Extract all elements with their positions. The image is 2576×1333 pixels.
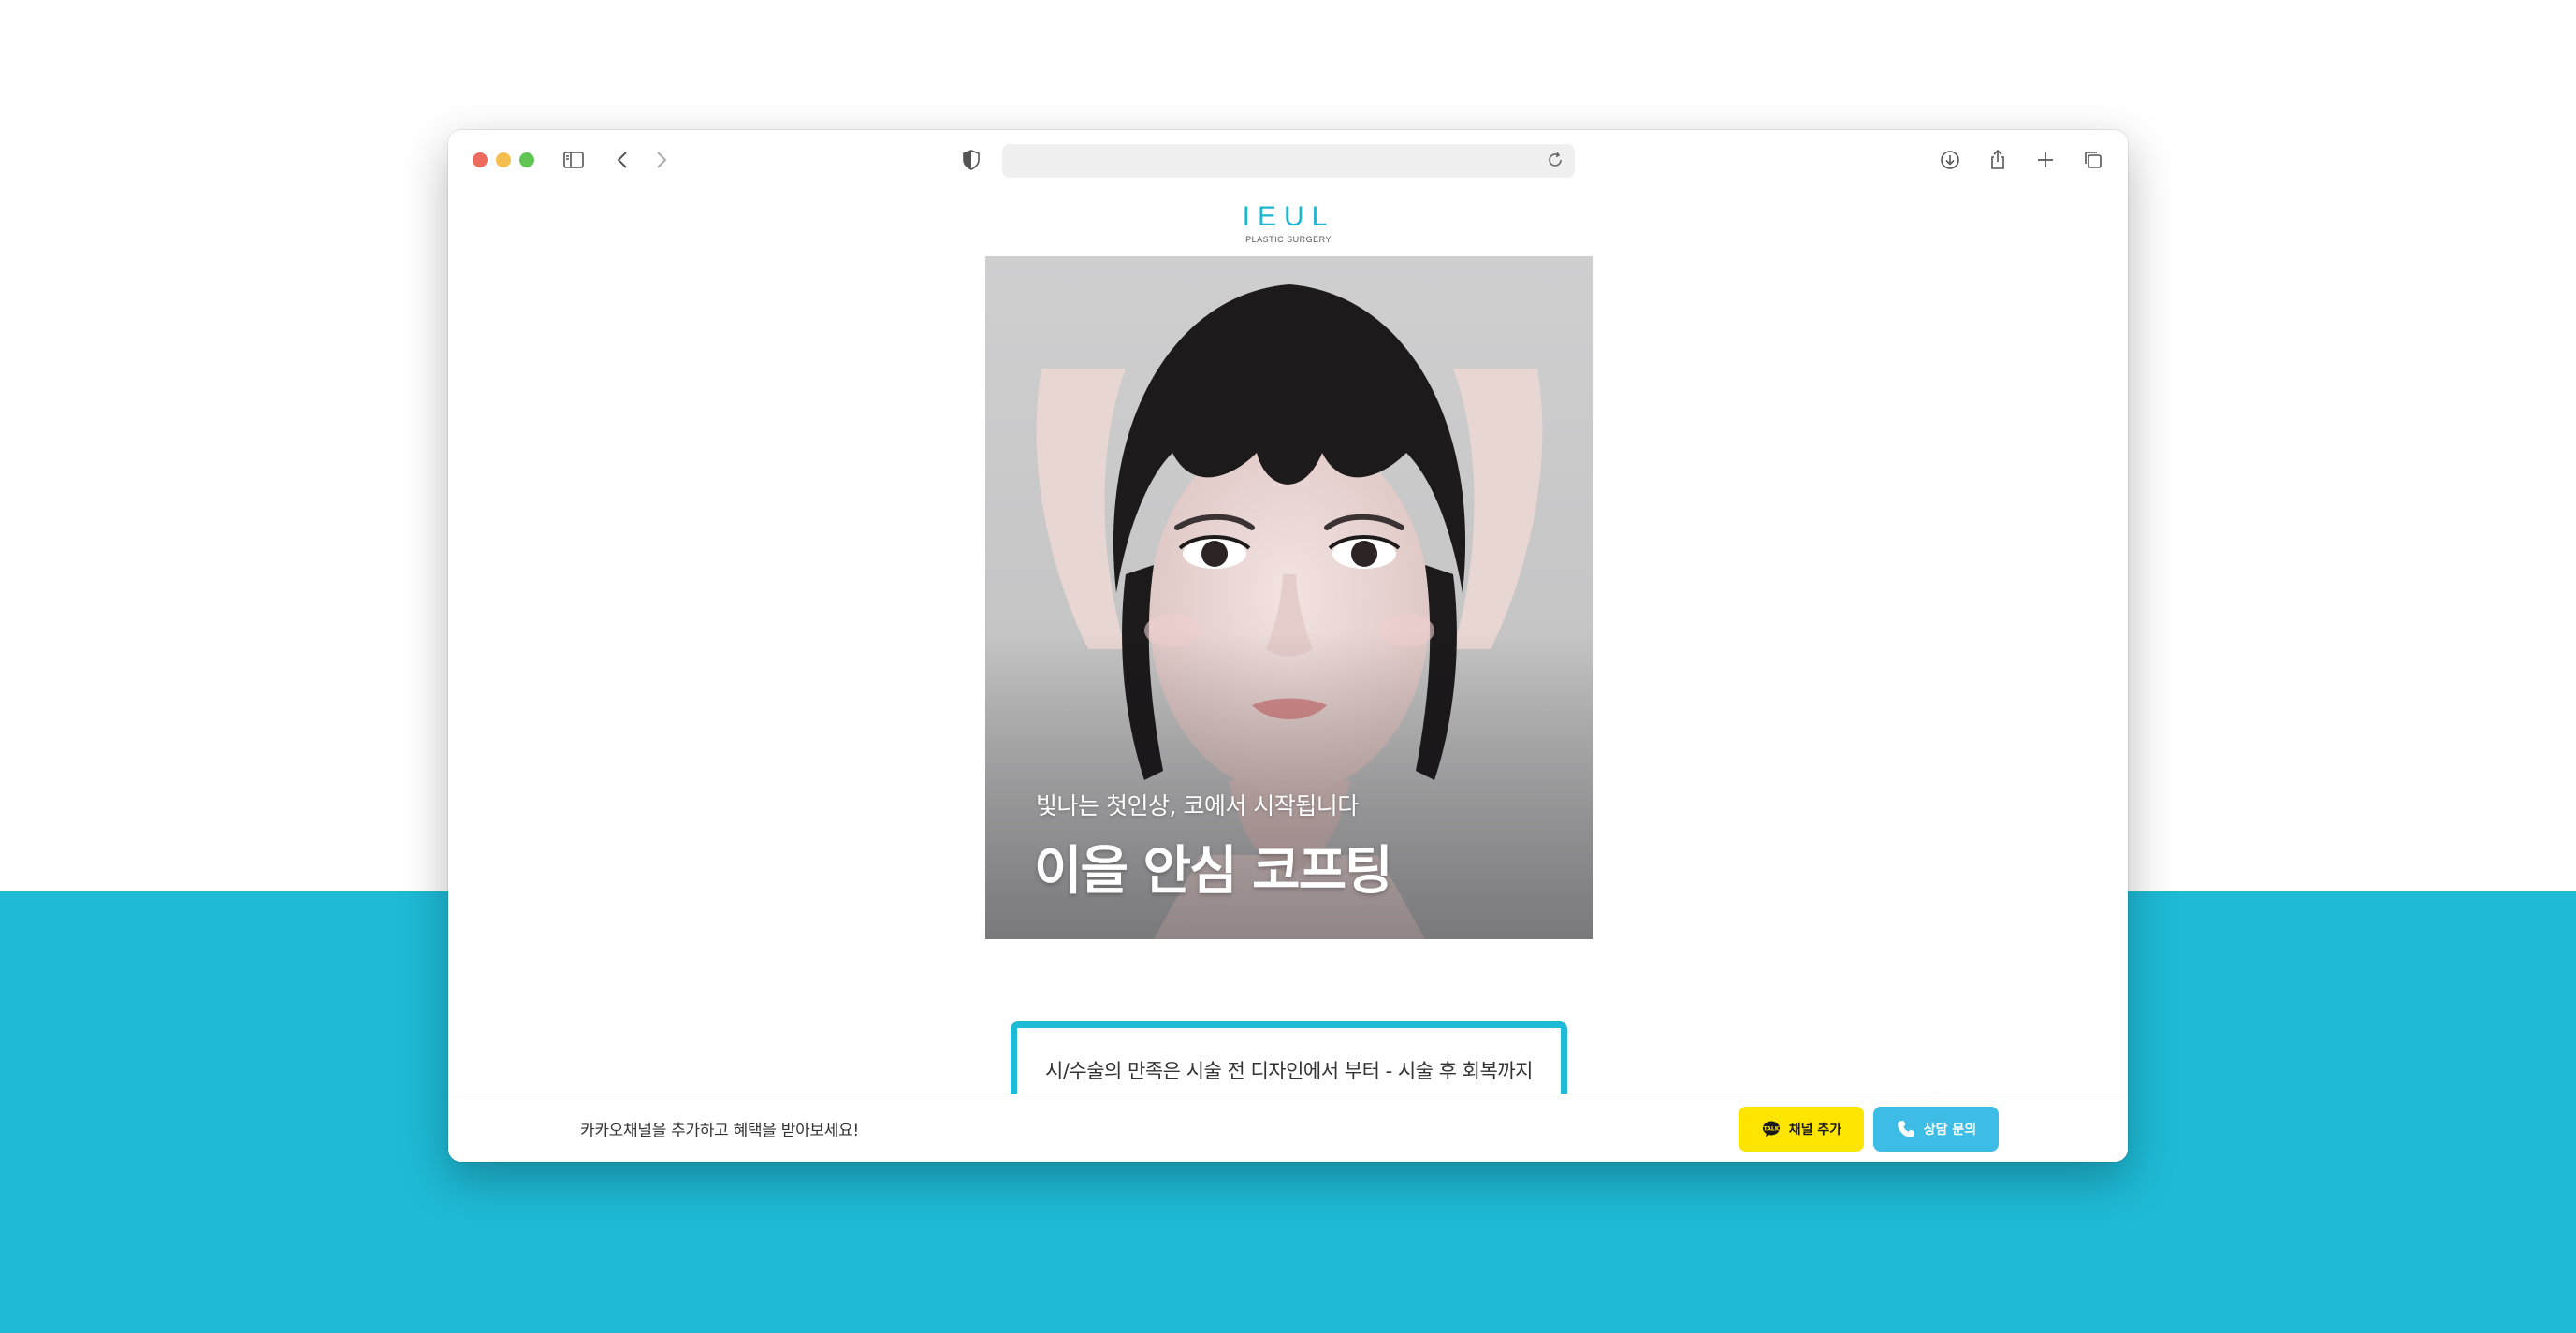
- forward-icon[interactable]: [648, 147, 674, 173]
- minimize-window-button[interactable]: [496, 152, 511, 167]
- browser-toolbar: [448, 130, 2128, 190]
- info-text-line-1: 시/수술의 만족은 시술 전 디자인에서 부터 - 시술 후 회복까지: [1045, 1060, 1533, 1082]
- phone-icon: [1897, 1121, 1914, 1137]
- logo-text: IEUL: [1242, 201, 1335, 232]
- promo-message: 카카오채널을 추가하고 혜택을 받아보세요!: [580, 1122, 859, 1140]
- close-window-button[interactable]: [473, 152, 488, 167]
- sidebar-icon[interactable]: [560, 147, 587, 173]
- kakao-button-label: 채널 추가: [1788, 1123, 1842, 1137]
- hero-title: 이을 안심 코프팅: [1034, 841, 1393, 902]
- consult-button-label: 상담 문의: [1923, 1123, 1977, 1137]
- site-logo[interactable]: IEUL PLASTIC SURGERY: [1208, 201, 1369, 244]
- web-page-content: IEUL PLASTIC SURGERY 빛나는 첫인상, 코에서 시작됩니다 …: [448, 190, 2128, 1162]
- address-bar[interactable]: [1002, 144, 1575, 178]
- hero-subtitle: 빛나는 첫인상, 코에서 시작됩니다: [1036, 792, 1359, 819]
- back-icon[interactable]: [610, 147, 636, 173]
- bottom-promo-bar: 카카오채널을 추가하고 혜택을 받아보세요! TALK 채널 추가 상담 문의: [448, 1094, 2128, 1162]
- download-icon[interactable]: [1937, 147, 1963, 173]
- svg-text:TALK: TALK: [1763, 1126, 1779, 1133]
- new-tab-icon[interactable]: [2032, 147, 2059, 173]
- logo-subtitle: PLASTIC SURGERY: [1245, 235, 1332, 244]
- tabs-overview-icon[interactable]: [2080, 147, 2106, 173]
- share-icon[interactable]: [1985, 147, 2011, 173]
- consultation-inquiry-button[interactable]: 상담 문의: [1873, 1107, 1999, 1152]
- kakao-channel-add-button[interactable]: TALK 채널 추가: [1739, 1107, 1864, 1152]
- reload-icon[interactable]: [1545, 150, 1567, 172]
- zoom-window-button[interactable]: [519, 152, 534, 167]
- kakao-talk-icon: TALK: [1762, 1121, 1780, 1137]
- shield-icon[interactable]: [958, 147, 984, 173]
- browser-window: IEUL PLASTIC SURGERY 빛나는 첫인상, 코에서 시작됩니다 …: [448, 130, 2128, 1162]
- hero-banner: 빛나는 첫인상, 코에서 시작됩니다 이을 안심 코프팅: [985, 256, 1593, 939]
